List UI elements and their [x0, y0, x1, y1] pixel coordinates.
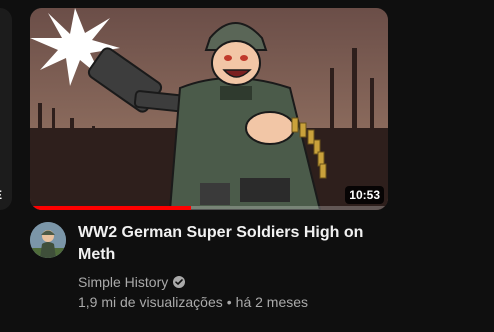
video-meta: WW2 German Super Soldiers High on Meth S… — [78, 222, 368, 312]
video-stats: 1,9 mi de visualizações • há 2 meses — [78, 292, 368, 312]
video-thumbnail[interactable]: 10:53 — [30, 8, 388, 210]
check-circle-icon — [173, 276, 186, 288]
watch-progress-bar — [30, 206, 388, 210]
previous-video-thumbnail[interactable]: E — [0, 8, 12, 210]
previous-video-badge: E — [0, 188, 2, 202]
thumbnail-illustration — [30, 8, 388, 210]
video-title[interactable]: WW2 German Super Soldiers High on Meth — [78, 222, 368, 266]
channel-name[interactable]: Simple History — [78, 272, 168, 292]
upload-age: há 2 meses — [235, 294, 309, 310]
watch-progress-fill — [30, 206, 192, 210]
channel-avatar[interactable] — [30, 222, 66, 258]
meta-separator: • — [226, 294, 232, 310]
view-count: 1,9 mi de visualizações — [78, 294, 223, 310]
video-duration-badge: 10:53 — [345, 186, 384, 204]
